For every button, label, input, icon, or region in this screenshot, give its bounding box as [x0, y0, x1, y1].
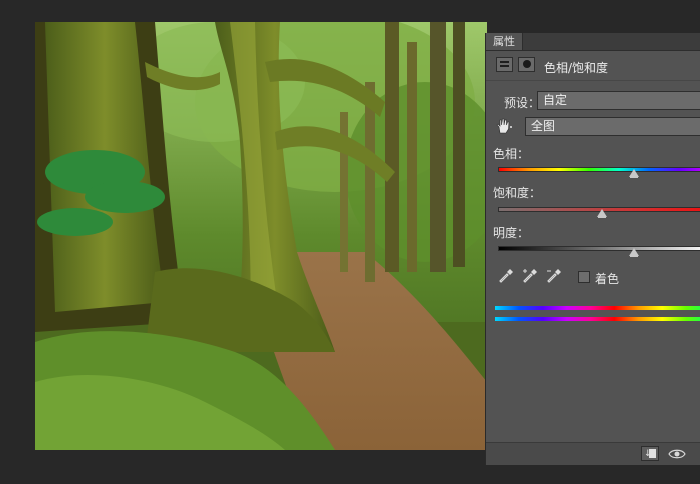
adjustment-header: 色相/饱和度 [486, 51, 700, 81]
document-canvas[interactable] [35, 22, 487, 450]
channel-dropdown[interactable]: 全图 [525, 117, 700, 136]
colorize-label: 着色 [595, 272, 620, 286]
hand-icon[interactable] [495, 118, 513, 134]
spectrum-bar-top [495, 306, 700, 310]
tab-properties[interactable]: 属性 [486, 33, 523, 50]
hue-slider-thumb[interactable] [629, 169, 639, 178]
hue-label: 色相： [493, 147, 530, 161]
preset-label: 预设： [504, 96, 541, 110]
forest-photo [35, 22, 487, 450]
lightness-label: 明度： [493, 226, 530, 240]
mask-icon[interactable] [518, 57, 535, 72]
clip-to-layer-icon[interactable]: ↓ [641, 446, 659, 461]
eyedropper-plus-icon[interactable] [522, 268, 538, 284]
lightness-slider-track[interactable] [498, 246, 700, 251]
panel-tab-bar: 属性 [486, 33, 700, 51]
preset-dropdown[interactable]: 自定 [537, 91, 700, 110]
colorize-checkbox[interactable] [578, 271, 590, 283]
properties-panel: 属性 色相/饱和度 预设： 自定 全图 色相： 饱和度： 明度： 着色 ↓ [485, 33, 700, 465]
eye-icon[interactable] [668, 447, 686, 461]
lightness-slider-thumb[interactable] [629, 248, 639, 257]
panel-bottom-bar: ↓ [486, 442, 700, 465]
adjustment-title: 色相/饱和度 [544, 61, 609, 75]
saturation-slider-thumb[interactable] [597, 209, 607, 218]
spectrum-bar-bottom [495, 317, 700, 321]
saturation-label: 饱和度： [493, 186, 542, 200]
hue-slider-track[interactable] [498, 167, 700, 172]
hue-saturation-icon[interactable] [496, 57, 513, 72]
eyedropper-minus-icon[interactable] [546, 268, 562, 284]
eyedropper-icon[interactable] [498, 268, 514, 284]
